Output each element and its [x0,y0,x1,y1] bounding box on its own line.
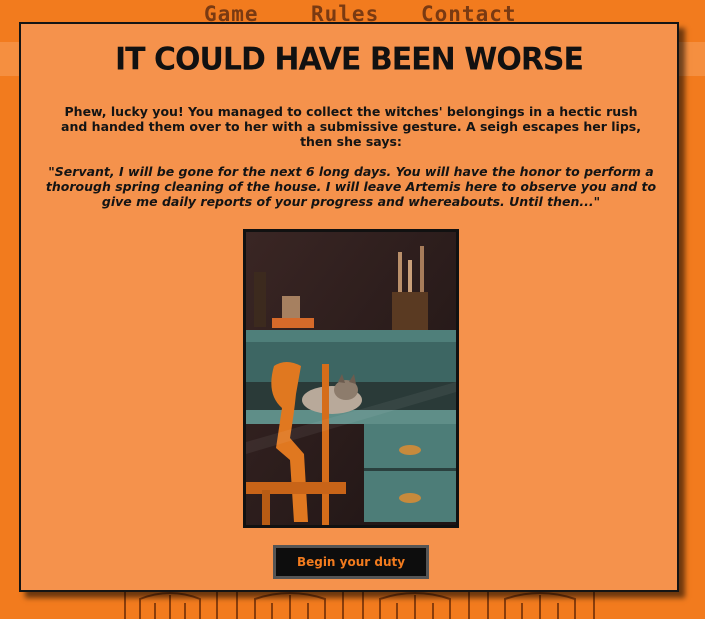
story-modal: It could have been worse Phew, lucky you… [19,22,679,592]
scene-photo [243,229,459,528]
modal-title: It could have been worse [114,41,584,78]
cat-on-dresser-illustration [246,232,456,525]
witch-quote: "Servant, I will be gone for the next 6 … [45,164,657,209]
intro-paragraph: Phew, lucky you! You managed to collect … [61,104,641,149]
begin-duty-button[interactable]: Begin your duty [273,545,429,579]
